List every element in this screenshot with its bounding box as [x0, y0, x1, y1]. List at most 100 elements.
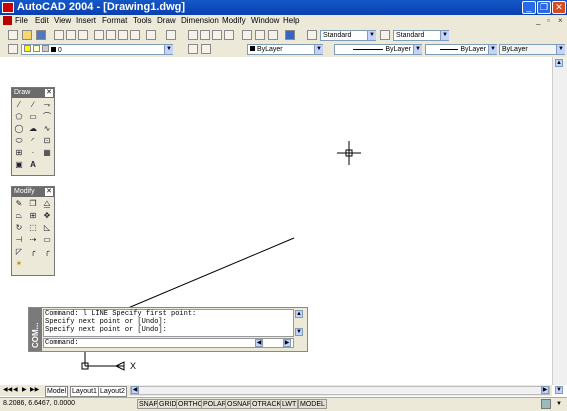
scroll-left-icon[interactable]: ◀ — [255, 339, 263, 347]
print-icon[interactable] — [54, 30, 64, 40]
arc-icon[interactable]: ⌒ — [42, 112, 52, 122]
menu-tools[interactable]: Tools — [133, 16, 152, 25]
text-style-icon[interactable] — [307, 30, 317, 40]
close-button[interactable]: ✕ — [552, 1, 566, 14]
linetype-select[interactable]: ByLayer — [334, 44, 422, 55]
close-icon[interactable]: ✕ — [45, 188, 53, 196]
tool-palettes-icon[interactable] — [268, 30, 278, 40]
chamfer-icon[interactable]: ◸ — [14, 247, 24, 257]
undo-icon[interactable] — [146, 30, 156, 40]
chevron-down-icon[interactable]: ▼ — [556, 45, 565, 54]
menu-window[interactable]: Window — [251, 16, 279, 25]
tab-prev-button[interactable]: ◀ — [13, 386, 18, 393]
dim-style-icon[interactable] — [380, 30, 390, 40]
open-icon[interactable] — [22, 30, 32, 40]
mirror-icon[interactable]: ⧋ — [42, 199, 52, 209]
chevron-down-icon[interactable]: ▼ — [488, 45, 497, 54]
model-toggle[interactable]: MODEL — [298, 399, 327, 409]
tab-next-button[interactable]: ▶ — [22, 386, 27, 393]
ellipse-icon[interactable]: ⬭ — [14, 136, 24, 146]
make-block-icon[interactable]: ⊞ — [14, 148, 24, 158]
circle-icon[interactable]: ◯ — [14, 124, 24, 134]
extend-icon[interactable]: ⇢ — [28, 235, 38, 245]
tab-first-button[interactable]: ◀◀ — [3, 386, 12, 393]
doc-minimize-button[interactable]: _ — [536, 16, 540, 25]
redo-icon[interactable] — [166, 30, 176, 40]
copy-object-icon[interactable]: ❐ — [28, 199, 38, 209]
polygon-icon[interactable]: ⬠ — [14, 112, 24, 122]
copy-icon[interactable] — [106, 30, 116, 40]
make-layer-current-icon[interactable] — [188, 44, 198, 54]
rotate-icon[interactable]: ↻ — [14, 223, 24, 233]
color-select[interactable]: ByLayer — [247, 44, 323, 55]
lwt-toggle[interactable]: LWT — [280, 399, 299, 409]
match-properties-icon[interactable] — [130, 30, 140, 40]
minimize-button[interactable]: _ — [522, 1, 536, 14]
vertical-scrollbar[interactable] — [552, 57, 567, 385]
trim-icon[interactable]: ⊣ — [14, 235, 24, 245]
hatch-icon[interactable]: ▦ — [42, 148, 52, 158]
new-icon[interactable] — [8, 30, 18, 40]
rectangle-icon[interactable]: ▭ — [28, 112, 38, 122]
fillet-icon[interactable]: ╭ — [28, 247, 38, 257]
document-icon[interactable] — [3, 16, 12, 25]
array-icon[interactable]: ⊞ — [28, 211, 38, 221]
offset-icon[interactable]: ⏢ — [14, 211, 24, 221]
erase-icon[interactable]: ✎ — [14, 199, 24, 209]
scroll-up-icon[interactable]: ▲ — [555, 59, 563, 67]
chevron-down-icon[interactable]: ▼ — [413, 45, 422, 54]
help-icon[interactable] — [285, 30, 295, 40]
chevron-down-icon[interactable]: ▼ — [440, 31, 449, 40]
point-icon[interactable]: · — [28, 148, 38, 158]
spline-icon[interactable]: ∿ — [42, 124, 52, 134]
scale-icon[interactable]: ⬚ — [28, 223, 38, 233]
stretch-icon[interactable]: ◺ — [42, 223, 52, 233]
menu-help[interactable]: Help — [283, 16, 299, 25]
move-icon[interactable]: ✥ — [42, 211, 52, 221]
design-center-icon[interactable] — [255, 30, 265, 40]
layer-previous-icon[interactable] — [201, 44, 211, 54]
construction-line-icon[interactable]: ∕ — [28, 100, 38, 110]
zoom-previous-icon[interactable] — [224, 30, 234, 40]
properties-icon[interactable] — [242, 30, 252, 40]
chevron-down-icon[interactable]: ▼ — [367, 31, 376, 40]
publish-icon[interactable] — [78, 30, 88, 40]
ellipse-arc-icon[interactable]: ◜ — [28, 136, 38, 146]
scroll-left-icon[interactable]: ◀ — [131, 386, 139, 394]
chevron-down-icon[interactable]: ▼ — [164, 45, 173, 54]
menu-file[interactable]: File — [15, 16, 28, 25]
region-icon[interactable]: ▣ — [14, 160, 24, 170]
menu-format[interactable]: Format — [102, 16, 127, 25]
menu-insert[interactable]: Insert — [76, 16, 96, 25]
command-window-handle[interactable]: COM... — [29, 308, 42, 351]
menu-draw[interactable]: Draw — [157, 16, 176, 25]
multiline-text-icon[interactable]: A — [28, 160, 38, 170]
doc-close-button[interactable]: × — [558, 16, 563, 25]
line-tool-icon[interactable]: ⁄ — [14, 100, 24, 110]
save-icon[interactable] — [36, 30, 46, 40]
lineweight-select[interactable]: ByLayer — [425, 44, 497, 55]
cut-icon[interactable] — [94, 30, 104, 40]
scroll-down-icon[interactable]: ▼ — [555, 386, 563, 394]
revision-cloud-icon[interactable]: ☁ — [28, 124, 38, 134]
tab-model[interactable]: Model — [45, 386, 69, 397]
layer-select[interactable]: 0 — [21, 44, 173, 55]
pan-icon[interactable] — [188, 30, 198, 40]
menu-dimension[interactable]: Dimension — [181, 16, 219, 25]
doc-restore-button[interactable]: ▫ — [547, 16, 550, 25]
plot-preview-icon[interactable] — [66, 30, 76, 40]
menu-view[interactable]: View — [54, 16, 71, 25]
close-icon[interactable]: ✕ — [45, 89, 53, 97]
menu-edit[interactable]: Edit — [35, 16, 49, 25]
scroll-up-icon[interactable]: ▲ — [295, 310, 303, 318]
autocad-app-icon[interactable] — [2, 2, 14, 13]
scroll-right-icon[interactable]: ▶ — [283, 339, 291, 347]
scroll-down-icon[interactable]: ▼ — [295, 328, 303, 336]
communication-center-icon[interactable] — [541, 399, 551, 409]
tab-layout2[interactable]: Layout2 — [98, 386, 127, 397]
zoom-realtime-icon[interactable] — [200, 30, 210, 40]
chevron-down-icon[interactable]: ▼ — [314, 45, 323, 54]
status-tray-chevron-icon[interactable]: ▼ — [556, 401, 562, 407]
tab-layout1[interactable]: Layout1 — [70, 386, 99, 397]
scroll-right-icon[interactable]: ▶ — [541, 386, 549, 394]
